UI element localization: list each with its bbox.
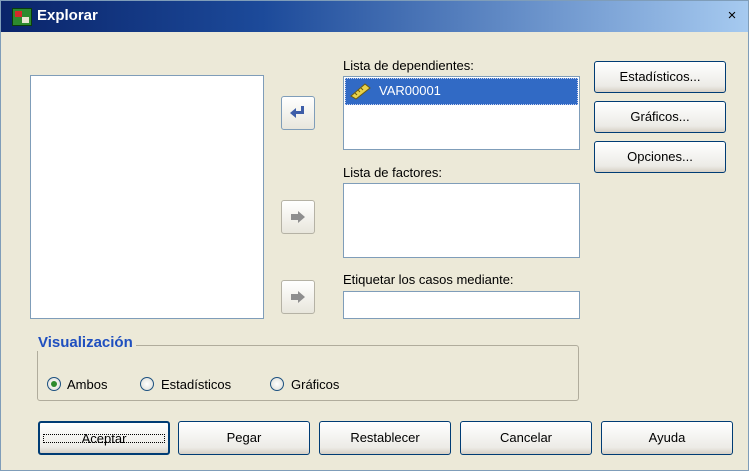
etiquetar-label: Etiquetar los casos mediante: xyxy=(343,272,514,287)
window-title: Explorar xyxy=(37,7,98,24)
ayuda-button[interactable]: Ayuda xyxy=(601,421,733,455)
factores-label: Lista de factores: xyxy=(343,165,442,180)
title-bar[interactable]: Explorar × xyxy=(1,1,748,32)
radio-ambos[interactable] xyxy=(47,377,61,391)
visualizacion-group xyxy=(37,345,579,401)
dependientes-label: Lista de dependientes: xyxy=(343,58,474,73)
scale-variable-icon xyxy=(350,83,371,100)
etiquetar-field[interactable] xyxy=(343,291,580,319)
arrow-left-icon xyxy=(290,106,304,118)
spss-app-icon xyxy=(12,8,32,26)
var00001-label: VAR00001 xyxy=(379,83,441,98)
pegar-button[interactable]: Pegar xyxy=(178,421,310,455)
ayuda-label: Ayuda xyxy=(648,430,686,445)
arrow-right-icon xyxy=(291,211,305,223)
radio-graficos[interactable] xyxy=(270,377,284,391)
visualizacion-title: Visualización xyxy=(37,334,136,351)
cancelar-button[interactable]: Cancelar xyxy=(460,421,592,455)
move-to-etiquetar-button[interactable] xyxy=(281,280,315,314)
radio-estadisticos-label[interactable]: Estadísticos xyxy=(161,377,231,392)
restablecer-button[interactable]: Restablecer xyxy=(319,421,451,455)
cancelar-label: Cancelar xyxy=(499,430,553,445)
radio-graficos-label[interactable]: Gráficos xyxy=(291,377,339,392)
estadisticos-label: Estadísticos... xyxy=(619,69,701,84)
restablecer-label: Restablecer xyxy=(350,430,420,445)
move-to-dependientes-button[interactable] xyxy=(281,96,315,130)
arrow-right-icon xyxy=(291,291,305,303)
estadisticos-button[interactable]: Estadísticos... xyxy=(594,61,726,93)
radio-estadisticos[interactable] xyxy=(140,377,154,391)
opciones-label: Opciones... xyxy=(627,149,693,164)
opciones-button[interactable]: Opciones... xyxy=(594,141,726,173)
graficos-label: Gráficos... xyxy=(630,109,690,124)
radio-ambos-label[interactable]: Ambos xyxy=(67,377,107,392)
pegar-label: Pegar xyxy=(226,430,262,445)
factores-list[interactable] xyxy=(343,183,580,258)
aceptar-label: Aceptar xyxy=(40,431,168,446)
close-icon[interactable]: × xyxy=(722,7,742,25)
move-to-factores-button[interactable] xyxy=(281,200,315,234)
explorar-dialog: Explorar × Lista de dependientes: VAR000… xyxy=(0,0,749,471)
aceptar-button[interactable]: Aceptar xyxy=(38,421,170,455)
source-variable-list[interactable] xyxy=(30,75,264,319)
graficos-button[interactable]: Gráficos... xyxy=(594,101,726,133)
